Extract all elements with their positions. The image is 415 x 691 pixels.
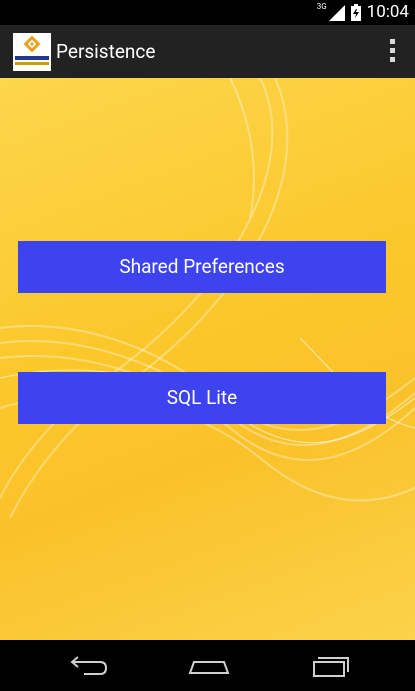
home-button[interactable] xyxy=(184,650,234,680)
network-type-label: 3G xyxy=(316,2,327,11)
app-title: Persistence xyxy=(56,40,156,63)
status-time: 10:04 xyxy=(366,2,409,22)
battery-icon xyxy=(350,4,361,21)
main-content: Shared Preferences SQL Lite xyxy=(0,78,415,640)
sql-lite-button[interactable]: SQL Lite xyxy=(18,372,386,424)
home-icon xyxy=(188,661,230,674)
back-icon xyxy=(70,656,108,675)
overflow-menu-button[interactable] xyxy=(387,39,397,65)
sjsu-logo-icon xyxy=(13,33,51,71)
recents-button[interactable] xyxy=(308,650,358,680)
status-bar: 3G 10:04 xyxy=(0,0,415,25)
back-button[interactable] xyxy=(62,650,112,680)
app-logo[interactable] xyxy=(13,33,51,71)
navigation-bar xyxy=(0,640,415,691)
action-bar: Persistence xyxy=(0,25,415,78)
overflow-menu-icon xyxy=(387,39,397,62)
wave-background xyxy=(0,78,415,519)
signal-icon xyxy=(328,4,345,21)
recents-icon xyxy=(313,657,349,677)
shared-preferences-button[interactable]: Shared Preferences xyxy=(18,241,386,293)
